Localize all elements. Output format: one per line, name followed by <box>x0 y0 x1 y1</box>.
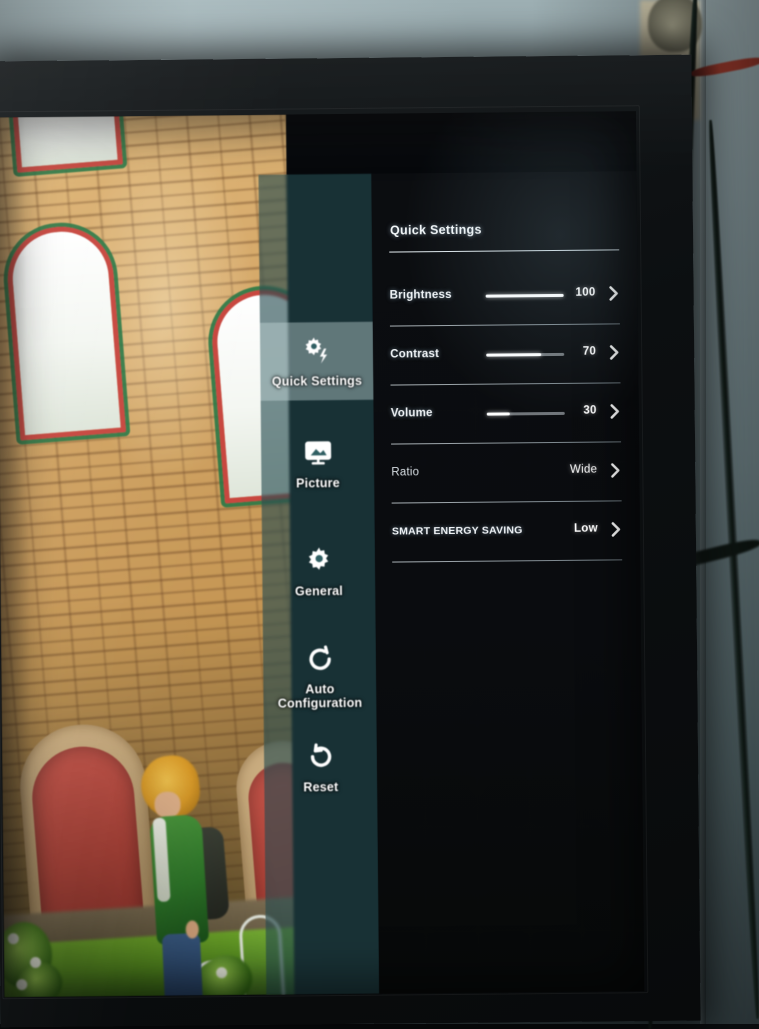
sidebar-item-label: General <box>262 584 375 599</box>
sidebar-item-quick-settings[interactable]: Quick Settings <box>260 322 374 401</box>
sidebar-item-label: Quick Settings <box>260 374 373 389</box>
volume-slider[interactable] <box>487 412 565 416</box>
displayed-photo <box>0 115 294 998</box>
person-hand <box>186 920 199 938</box>
slider-fill <box>487 412 510 415</box>
setting-label: SMART ENERGY SAVING <box>392 524 523 537</box>
setting-row-contrast[interactable]: Contrast 70 <box>390 326 623 386</box>
divider <box>389 249 619 252</box>
flower <box>8 933 19 944</box>
setting-row-brightness[interactable]: Brightness 100 <box>389 267 622 327</box>
panel-title: Quick Settings <box>390 223 482 238</box>
chevron-right-icon[interactable] <box>607 460 623 480</box>
setting-row-ratio[interactable]: Ratio Wide <box>391 444 624 504</box>
chevron-right-icon[interactable] <box>606 342 622 362</box>
flower <box>30 957 41 968</box>
undo-arrow-icon <box>303 740 337 774</box>
display-picture-icon <box>300 436 334 470</box>
setting-label: Volume <box>391 407 433 419</box>
slider-fill <box>486 294 564 298</box>
setting-value: 100 <box>575 287 595 299</box>
gear-bolt-icon <box>300 334 334 368</box>
chevron-right-icon[interactable] <box>608 519 624 539</box>
building-window <box>4 223 126 441</box>
setting-label: Ratio <box>391 466 419 478</box>
osd-sidebar: Quick Settings Picture <box>258 174 379 995</box>
slider-fill <box>486 353 541 357</box>
brightness-slider[interactable] <box>486 294 564 298</box>
gear-icon <box>302 544 336 578</box>
sidebar-item-label: Reset <box>264 780 377 795</box>
setting-value: Low <box>574 523 598 535</box>
setting-row-smart-energy-saving[interactable]: SMART ENERGY SAVING Low <box>392 503 625 563</box>
sidebar-item-label: Auto Configuration <box>263 682 376 711</box>
building-window <box>11 115 123 173</box>
person-face <box>154 792 180 818</box>
monitor: Quick Settings Picture <box>0 55 701 1028</box>
setting-row-volume[interactable]: Volume 30 <box>391 385 624 445</box>
osd-settings-panel: Quick Settings Brightness 100 Contrast <box>371 171 644 994</box>
setting-value: Wide <box>570 464 598 476</box>
wall-seam <box>700 0 706 1024</box>
setting-label: Brightness <box>390 289 452 302</box>
setting-value: 70 <box>583 346 597 358</box>
sidebar-item-general[interactable]: General <box>262 544 376 611</box>
plant <box>200 955 252 997</box>
setting-label: Contrast <box>390 348 439 360</box>
person-legs <box>162 933 205 998</box>
chevron-right-icon[interactable] <box>606 283 622 303</box>
sidebar-item-reset[interactable]: Reset <box>264 740 378 807</box>
sidebar-item-auto-configuration[interactable]: Auto Configuration <box>263 642 377 725</box>
chevron-right-icon[interactable] <box>607 401 623 421</box>
setting-value: 30 <box>583 405 597 417</box>
flower <box>216 967 227 978</box>
auto-refresh-icon <box>302 642 336 676</box>
monitor-screen: Quick Settings Picture <box>0 111 644 997</box>
contrast-slider[interactable] <box>486 353 564 357</box>
sidebar-item-label: Picture <box>261 476 374 491</box>
sidebar-item-picture[interactable]: Picture <box>261 436 375 503</box>
flower <box>16 979 27 990</box>
